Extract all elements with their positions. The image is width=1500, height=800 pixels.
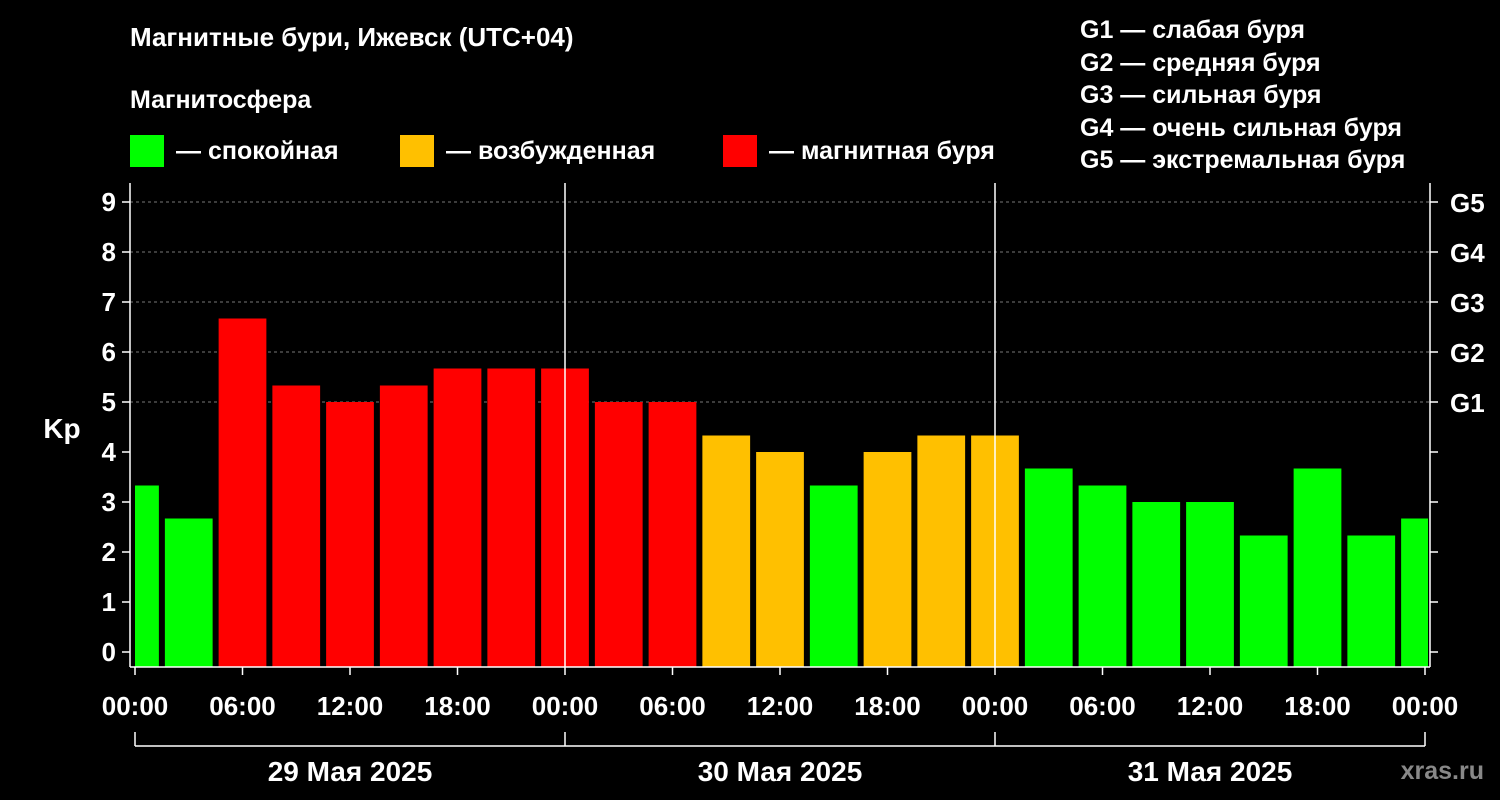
y-tick-label-1: 1 (102, 587, 116, 617)
x-tick-label-7: 18:00 (854, 691, 921, 721)
bar-2 (218, 318, 267, 667)
bar-23 (1347, 535, 1396, 667)
x-tick-label-5: 06:00 (639, 691, 706, 721)
bar-19 (1132, 502, 1181, 667)
bar-11 (702, 435, 751, 667)
x-tick-label-10: 12:00 (1177, 691, 1244, 721)
bar-13 (809, 485, 858, 667)
g-tick-label-0: G1 (1450, 388, 1485, 418)
y-tick-label-8: 8 (102, 237, 116, 267)
day-label-1: 30 Мая 2025 (698, 756, 863, 787)
bar-24 (1401, 518, 1428, 667)
x-tick-label-0: 00:00 (102, 691, 169, 721)
bar-14 (863, 452, 912, 667)
bar-3 (272, 385, 321, 667)
y-tick-label-3: 3 (102, 487, 116, 517)
x-tick-label-11: 18:00 (1284, 691, 1351, 721)
x-tick-label-2: 12:00 (317, 691, 384, 721)
bar-0 (135, 485, 159, 667)
bar-4 (326, 402, 374, 667)
bar-21 (1239, 535, 1288, 667)
bar-6 (433, 368, 482, 667)
bar-5 (379, 385, 428, 667)
y-tick-label-0: 0 (102, 637, 116, 667)
day-label-0: 29 Мая 2025 (268, 756, 433, 787)
bar-15 (917, 435, 966, 667)
y-tick-label-6: 6 (102, 337, 116, 367)
y-tick-label-7: 7 (102, 287, 116, 317)
x-tick-label-8: 00:00 (962, 691, 1029, 721)
x-tick-label-4: 00:00 (532, 691, 599, 721)
bar-10 (648, 402, 697, 667)
x-tick-label-3: 18:00 (424, 691, 491, 721)
g-tick-label-4: G5 (1450, 188, 1485, 218)
g-tick-label-2: G3 (1450, 288, 1485, 318)
bar-7 (487, 368, 536, 667)
kp-bar-chart: 0 1 2 3 4 5 6 7 8 9 G1 G2 G3 G4 G5 Kp 00:00 06:00 12:00 18:… (43, 183, 1485, 787)
bar-17 (1024, 468, 1073, 667)
bar-18 (1078, 485, 1127, 667)
day-label-2: 31 Мая 2025 (1128, 756, 1293, 787)
x-tick-label-12: 00:00 (1392, 691, 1459, 721)
x-tick-label-6: 12:00 (747, 691, 814, 721)
y-axis-label: Kp (43, 413, 80, 444)
y-tick-label-5: 5 (102, 387, 116, 417)
bar-1 (164, 518, 213, 667)
x-tick-label-1: 06:00 (209, 691, 276, 721)
bar-12 (756, 452, 804, 667)
bar-20 (1186, 502, 1234, 667)
y-tick-label-9: 9 (102, 187, 116, 217)
g-tick-label-3: G4 (1450, 238, 1485, 268)
watermark: xras.ru (1400, 757, 1484, 785)
g-tick-label-1: G2 (1450, 338, 1485, 368)
x-tick-label-9: 06:00 (1069, 691, 1136, 721)
y-tick-label-4: 4 (102, 437, 117, 467)
y-tick-label-2: 2 (102, 537, 116, 567)
bar-22 (1293, 468, 1342, 667)
bar-9 (594, 402, 643, 667)
